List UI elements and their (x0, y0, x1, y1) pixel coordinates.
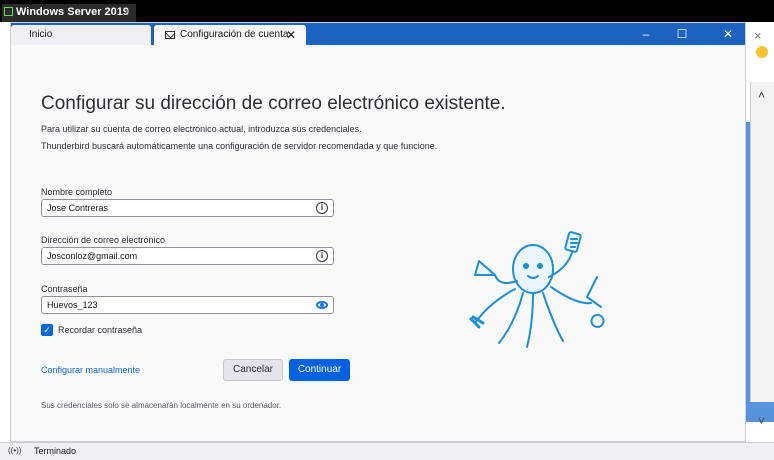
status-bar: ((•)) Terminado (0, 442, 774, 460)
background-close-icon[interactable]: × (754, 28, 762, 43)
remember-password-checkbox[interactable]: ✓ (41, 324, 53, 336)
maximize-button[interactable]: ☐ (665, 23, 699, 45)
scroll-up-icon[interactable]: ˄ (758, 88, 765, 102)
credentials-note: Sus credenciales solo se almacenarán loc… (41, 401, 282, 410)
status-text: Terminado (34, 446, 77, 456)
email-label: Dirección de correo electrónico (41, 235, 166, 245)
emoji-icon (756, 46, 768, 58)
info-icon[interactable]: i (316, 250, 328, 262)
page-title: Configurar su dirección de correo electr… (41, 93, 506, 114)
tab-inicio-label: Inicio (29, 29, 53, 40)
full-name-field[interactable]: Jose Contreras i (41, 199, 334, 217)
tab-account-setup[interactable]: Configuración de cuenta ✕ (154, 25, 306, 45)
account-setup-content: Configurar su dirección de correo electr… (11, 45, 745, 441)
desktop-left-strip (0, 22, 10, 442)
scroll-down-icon[interactable]: ˅ (758, 414, 765, 428)
full-name-value: Jose Contreras (47, 203, 109, 213)
close-button[interactable]: ✕ (711, 23, 745, 45)
intro-text-1: Para utilizar su cuenta de correo electr… (41, 124, 362, 134)
continue-button[interactable]: Continuar (289, 359, 350, 381)
password-value: Huevos_123 (47, 300, 98, 310)
envelope-icon (165, 31, 175, 39)
remember-password-label[interactable]: Recordar contraseña (58, 325, 142, 335)
full-name-label: Nombre completo (41, 187, 113, 197)
vm-title: Windows Server 2019 (16, 6, 130, 18)
background-window: × ˄ ˅ (746, 22, 774, 442)
info-icon[interactable]: i (316, 202, 328, 214)
eye-icon[interactable] (316, 301, 328, 309)
activity-icon: ((•)) (8, 446, 22, 455)
vm-titlebar: Windows Server 2019 × (0, 0, 774, 22)
octopus-mascot (469, 231, 605, 348)
configure-manually-link[interactable]: Configurar manualmente (41, 365, 140, 375)
cancel-button[interactable]: Cancelar (223, 359, 283, 381)
password-field[interactable]: Huevos_123 (41, 296, 334, 314)
email-value: Josconloz@gmail.com (47, 251, 138, 261)
tab-account-setup-label: Configuración de cuenta (180, 29, 289, 40)
tab-close-icon[interactable]: ✕ (286, 25, 296, 45)
window-titlebar: Inicio Configuración de cuenta ✕ – ☐ ✕ (11, 23, 745, 45)
minimize-button[interactable]: – (629, 23, 663, 45)
background-document (750, 82, 774, 402)
tab-inicio[interactable]: Inicio (11, 25, 151, 45)
vm-tab[interactable]: Windows Server 2019 × (2, 4, 136, 22)
vm-logo-icon (4, 7, 13, 16)
email-field[interactable]: Josconloz@gmail.com i (41, 247, 334, 265)
vm-close-icon[interactable]: × (124, 4, 130, 20)
intro-text-2: Thunderbird buscará automáticamente una … (41, 141, 438, 151)
password-label: Contraseña (41, 284, 88, 294)
thunderbird-window: Inicio Configuración de cuenta ✕ – ☐ ✕ C… (10, 22, 746, 442)
